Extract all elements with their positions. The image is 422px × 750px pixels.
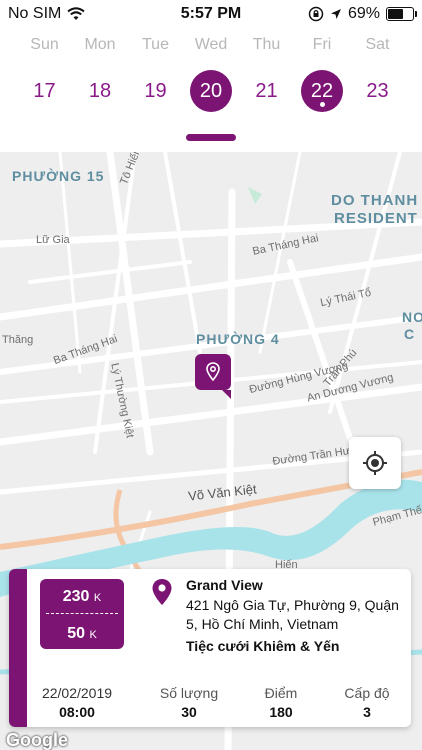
day-number-text: 19	[144, 80, 167, 102]
venue-address: 421 Ngô Gia Tự, Phường 9, Quận 5, Hồ Chí…	[186, 597, 399, 632]
level-label: Cấp độ	[344, 685, 390, 701]
crosshair-icon	[363, 451, 387, 475]
venue-name: Grand View	[186, 577, 263, 593]
points-value: 180	[269, 704, 293, 720]
day-number-text: 17	[33, 80, 56, 102]
day-name: Fri	[312, 36, 332, 53]
status-right: 69%	[308, 5, 417, 23]
day-number[interactable]: 18	[79, 70, 121, 112]
points-stat: Điểm 180	[241, 685, 321, 720]
location-pin-icon	[206, 362, 220, 382]
street-label: Lữ Gia	[36, 234, 70, 246]
day-number-text: 23	[366, 80, 389, 102]
price-high: 230 K	[62, 588, 102, 605]
district-label: RESIDENT	[334, 210, 418, 227]
day-name: Sat	[365, 36, 390, 53]
district-label: PHƯỜNG 15	[12, 168, 105, 184]
venue-map-marker[interactable]	[195, 354, 231, 399]
day-name: Tue	[142, 36, 169, 53]
quantity-stat: Số lượng 30	[149, 685, 229, 720]
day-column[interactable]: Thu 21	[239, 36, 294, 112]
event-card[interactable]: 230 K 50 K Grand View 421 Ngô Gia Tự, Ph…	[9, 569, 411, 727]
event-date: 22/02/2019	[41, 685, 113, 701]
my-location-button[interactable]	[349, 437, 401, 489]
battery-percent: 69%	[347, 5, 380, 22]
selected-week-indicator	[186, 134, 236, 141]
district-label: C	[404, 326, 416, 342]
quantity-value: 30	[181, 704, 197, 720]
day-column[interactable]: Tue 19	[128, 36, 183, 112]
day-number[interactable]: 23	[357, 70, 399, 112]
day-name: Wed	[194, 36, 228, 53]
status-bar: No SIM 5:57 PM 69%	[0, 0, 422, 28]
day-number-text: 20	[199, 80, 223, 102]
day-name: Sun	[30, 36, 59, 53]
week-calendar: Sun 17 Mon 18 Tue 19 Wed 20 Thu 21 Fri 22 Sat 23	[0, 28, 422, 152]
day-column[interactable]: Sat 23	[350, 36, 405, 112]
map-marker-icon	[152, 579, 172, 605]
price-divider	[46, 613, 118, 614]
district-label: NO	[402, 309, 422, 325]
day-name: Thu	[252, 36, 281, 53]
street-label: Thăng	[2, 334, 34, 346]
district-label: PHƯỜNG 4	[196, 331, 280, 347]
price-low: 50 K	[67, 625, 97, 642]
event-dot	[319, 102, 325, 107]
day-name: Mon	[84, 36, 116, 53]
day-number-text: 18	[88, 80, 112, 102]
location-arrow-icon	[330, 9, 341, 19]
price-badge: 230 K 50 K	[40, 579, 124, 649]
day-number[interactable]: 19	[135, 70, 177, 112]
district-label: DO THANH	[331, 192, 419, 209]
google-logo: Google	[6, 730, 68, 750]
day-number-text: 22	[310, 80, 334, 102]
day-number[interactable]: 22	[301, 70, 343, 112]
event-title: Tiệc cưới Khiêm & Yến	[186, 638, 340, 654]
quantity-label: Số lượng	[159, 685, 219, 701]
day-number[interactable]: 21	[246, 70, 288, 112]
day-column[interactable]: Wed 20	[184, 36, 239, 112]
day-number[interactable]: 17	[24, 70, 66, 112]
day-column[interactable]: Sun 17	[17, 36, 72, 112]
points-label: Điểm	[264, 685, 298, 701]
day-number-text: 21	[255, 80, 278, 102]
day-column[interactable]: Mon 18	[73, 36, 128, 112]
battery-icon	[386, 7, 417, 21]
day-number[interactable]: 20	[190, 70, 232, 112]
event-time: 08:00	[59, 704, 95, 720]
card-accent-bar	[9, 569, 27, 727]
event-datetime: 22/02/2019 08:00	[27, 685, 127, 720]
day-column[interactable]: Fri 22	[295, 36, 350, 112]
orientation-lock-icon	[308, 6, 324, 22]
level-value: 3	[363, 704, 371, 720]
day-list: Sun 17 Mon 18 Tue 19 Wed 20 Thu 21 Fri 22 Sat 23	[17, 36, 405, 112]
level-stat: Cấp độ 3	[327, 685, 407, 720]
